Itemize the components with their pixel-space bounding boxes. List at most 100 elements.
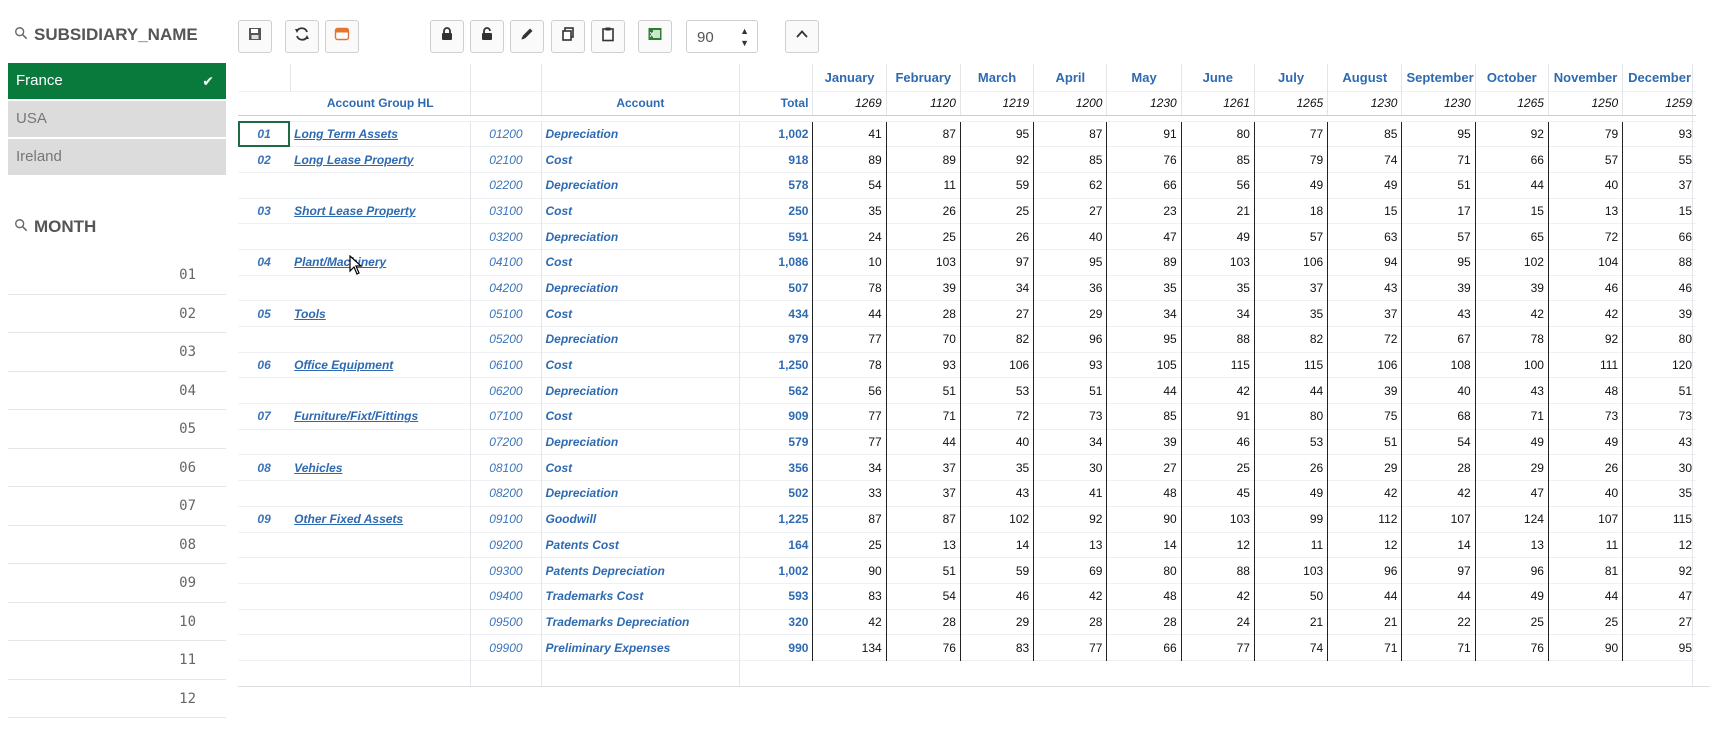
month-value-cell[interactable]: 71 bbox=[1401, 146, 1476, 173]
month-value-cell[interactable]: 35 bbox=[1106, 274, 1182, 302]
month-value-cell[interactable]: 25 bbox=[1474, 608, 1549, 636]
month-value-cell[interactable]: 18 bbox=[1253, 197, 1328, 225]
month-value-cell[interactable]: 62 bbox=[1033, 171, 1107, 199]
month-value-cell[interactable]: 49 bbox=[1547, 428, 1623, 456]
month-value-cell[interactable]: 48 bbox=[1106, 582, 1182, 610]
group-code-cell[interactable] bbox=[238, 326, 291, 353]
month-value-cell[interactable]: 46 bbox=[1180, 428, 1255, 456]
month-column-header[interactable]: May bbox=[1106, 64, 1182, 91]
group-code-cell[interactable]: 08 bbox=[238, 454, 291, 481]
month-value-cell[interactable]: 35 bbox=[959, 454, 1034, 482]
month-value-cell[interactable]: 103 bbox=[1253, 557, 1328, 584]
month-value-cell[interactable]: 39 bbox=[1401, 274, 1476, 302]
month-column-header[interactable]: April bbox=[1033, 64, 1107, 91]
month-value-cell[interactable]: 85 bbox=[1033, 146, 1107, 173]
month-value-cell[interactable]: 79 bbox=[1253, 146, 1328, 173]
month-value-cell[interactable]: 103 bbox=[1180, 505, 1255, 533]
month-value-cell[interactable]: 50 bbox=[1253, 582, 1328, 610]
month-value-cell[interactable]: 44 bbox=[812, 300, 887, 327]
group-code-cell[interactable]: 01 bbox=[238, 120, 291, 147]
month-value-cell[interactable]: 45 bbox=[1180, 480, 1255, 507]
month-column-header[interactable]: August bbox=[1327, 64, 1402, 91]
month-value-cell[interactable]: 56 bbox=[1180, 171, 1255, 199]
month-value-cell[interactable]: 74 bbox=[1253, 634, 1328, 661]
account-code-cell[interactable]: 09400 bbox=[470, 582, 542, 610]
month-value-cell[interactable]: 42 bbox=[812, 608, 887, 636]
month-value-cell[interactable]: 87 bbox=[885, 505, 961, 533]
month-column-header[interactable]: September bbox=[1401, 64, 1476, 91]
group-code-cell[interactable] bbox=[238, 377, 291, 404]
month-value-cell[interactable]: 80 bbox=[1106, 557, 1182, 584]
month-value-cell[interactable]: 13 bbox=[1547, 197, 1623, 225]
month-value-cell[interactable]: 26 bbox=[1253, 454, 1328, 482]
month-value-cell[interactable]: 34 bbox=[1180, 300, 1255, 327]
month-value-cell[interactable]: 95 bbox=[1622, 634, 1696, 661]
refresh-button[interactable] bbox=[285, 20, 319, 53]
month-value-cell[interactable]: 78 bbox=[1474, 326, 1549, 353]
month-value-cell[interactable]: 49 bbox=[1253, 480, 1328, 507]
account-description-cell[interactable]: Depreciation bbox=[540, 428, 740, 455]
save-button[interactable] bbox=[238, 20, 272, 53]
account-description-cell[interactable]: Goodwill bbox=[540, 505, 740, 532]
account-description-cell[interactable]: Cost bbox=[540, 403, 740, 430]
account-description-cell[interactable]: Trademarks Cost bbox=[540, 582, 740, 610]
lock-button[interactable] bbox=[430, 20, 464, 53]
group-name-link[interactable] bbox=[290, 557, 471, 584]
month-item[interactable]: 04 bbox=[8, 372, 226, 410]
unlock-button[interactable] bbox=[470, 20, 504, 53]
month-value-cell[interactable]: 25 bbox=[885, 223, 961, 250]
subsidiary-item[interactable]: Ireland bbox=[8, 139, 226, 175]
month-value-cell[interactable]: 28 bbox=[885, 608, 961, 636]
month-value-cell[interactable]: 42 bbox=[1474, 300, 1549, 327]
month-value-cell[interactable]: 46 bbox=[1547, 274, 1623, 302]
month-value-cell[interactable]: 37 bbox=[1327, 300, 1402, 327]
month-value-cell[interactable]: 96 bbox=[1474, 557, 1549, 584]
account-description-cell[interactable]: Depreciation bbox=[540, 120, 740, 147]
month-value-cell[interactable]: 124 bbox=[1474, 505, 1549, 533]
month-value-cell[interactable]: 12 bbox=[1180, 531, 1255, 559]
group-name-link[interactable] bbox=[290, 171, 471, 199]
group-name-link[interactable] bbox=[290, 223, 471, 250]
month-value-cell[interactable]: 115 bbox=[1180, 351, 1255, 379]
month-value-cell[interactable]: 42 bbox=[1180, 582, 1255, 610]
month-value-cell[interactable]: 26 bbox=[885, 197, 961, 225]
group-code-cell[interactable] bbox=[238, 557, 291, 584]
month-value-cell[interactable]: 96 bbox=[1327, 557, 1402, 584]
account-code-cell[interactable]: 09300 bbox=[470, 557, 542, 584]
month-item[interactable]: 03 bbox=[8, 333, 226, 372]
month-value-cell[interactable]: 76 bbox=[1474, 634, 1549, 661]
month-value-cell[interactable]: 94 bbox=[1327, 248, 1402, 276]
account-description-cell[interactable]: Cost bbox=[540, 248, 740, 276]
group-name-link[interactable] bbox=[290, 326, 471, 353]
month-value-cell[interactable]: 49 bbox=[1253, 171, 1328, 199]
month-value-cell[interactable]: 43 bbox=[1474, 377, 1549, 405]
month-value-cell[interactable]: 54 bbox=[1401, 428, 1476, 456]
month-item[interactable]: 05 bbox=[8, 410, 226, 449]
month-value-cell[interactable]: 106 bbox=[959, 351, 1034, 379]
month-value-cell[interactable]: 37 bbox=[885, 480, 961, 507]
month-value-cell[interactable]: 34 bbox=[812, 454, 887, 482]
month-value-cell[interactable]: 95 bbox=[1106, 326, 1182, 353]
group-code-cell[interactable] bbox=[238, 428, 291, 455]
month-item[interactable]: 08 bbox=[8, 526, 226, 564]
account-description-cell[interactable]: Cost bbox=[540, 197, 740, 224]
account-code-cell[interactable]: 06200 bbox=[470, 377, 542, 404]
month-value-cell[interactable]: 27 bbox=[1106, 454, 1182, 482]
month-value-cell[interactable]: 89 bbox=[1106, 248, 1182, 276]
group-name-link[interactable]: Furniture/Fixt/Fittings bbox=[290, 403, 471, 430]
stepper-up-icon[interactable]: ▲ bbox=[740, 27, 749, 36]
account-description-cell[interactable]: Cost bbox=[540, 300, 740, 327]
month-value-cell[interactable]: 57 bbox=[1253, 223, 1328, 250]
month-value-cell[interactable]: 35 bbox=[1622, 480, 1696, 507]
month-value-cell[interactable]: 39 bbox=[1622, 300, 1696, 327]
month-value-cell[interactable]: 95 bbox=[1033, 248, 1107, 276]
month-value-cell[interactable]: 41 bbox=[1033, 480, 1107, 507]
month-value-cell[interactable]: 23 bbox=[1106, 197, 1182, 225]
month-value-cell[interactable]: 40 bbox=[1547, 480, 1623, 507]
month-value-cell[interactable]: 92 bbox=[1474, 120, 1549, 148]
month-value-cell[interactable]: 56 bbox=[812, 377, 887, 405]
month-value-cell[interactable]: 66 bbox=[1622, 223, 1696, 250]
account-description-cell[interactable]: Depreciation bbox=[540, 171, 740, 199]
account-code-cell[interactable]: 05200 bbox=[470, 326, 542, 353]
group-name-link[interactable]: Tools bbox=[290, 300, 471, 327]
